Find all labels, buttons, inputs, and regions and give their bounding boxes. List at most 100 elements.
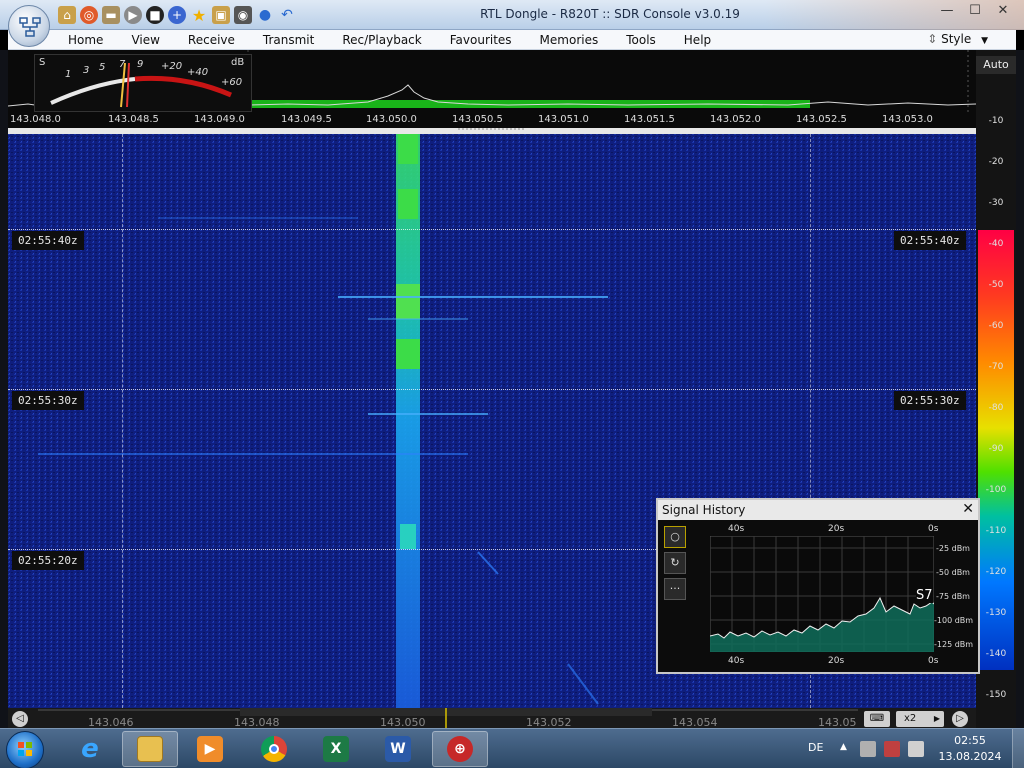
taskbar-chrome[interactable] <box>246 731 302 767</box>
scale-tick: -50 <box>988 280 1004 290</box>
record-button[interactable]: ○ <box>664 526 686 548</box>
freq-label: 143.049.5 <box>281 114 332 125</box>
menu-memories[interactable]: Memories <box>526 33 613 47</box>
internet-explorer-icon: e <box>81 734 99 764</box>
window-title: RTL Dongle - R820T :: SDR Console v3.0.1… <box>480 7 740 21</box>
undo-icon[interactable]: ↶ <box>278 6 296 24</box>
reset-button[interactable]: ↻ <box>664 552 686 574</box>
time-marker-right: 02:55:30z <box>894 391 966 410</box>
more-button[interactable]: ··· <box>664 578 686 600</box>
menu-home[interactable]: Home <box>54 33 117 47</box>
taskbar-excel[interactable]: X <box>308 731 364 767</box>
menu-view[interactable]: View <box>117 33 173 47</box>
level-scale[interactable]: Auto -10 -20 -30 -40 -50 -60 -70 -80 -90… <box>976 50 1016 728</box>
quick-access-toolbar: ⌂ ◎ ▬ ▶ ■ + ★ ▣ ◉ ● ↶ <box>58 6 296 25</box>
folder-icon[interactable]: ▬ <box>102 6 120 24</box>
menu-tools[interactable]: Tools <box>612 33 670 47</box>
sdr-console-window: ⌂ ◎ ▬ ▶ ■ + ★ ▣ ◉ ● ↶ RTL Dongle - R820T… <box>0 0 1024 768</box>
scroll-right-icon[interactable]: ▷ <box>952 711 968 727</box>
style-label: Style <box>941 32 972 46</box>
history-y-label: -100 dBm <box>934 616 974 625</box>
close-button[interactable]: ✕ <box>990 2 1016 20</box>
camera-icon[interactable]: ◉ <box>234 6 252 24</box>
s-scale-3: 3 <box>83 65 90 76</box>
history-y-label: -75 dBm <box>936 592 970 601</box>
scale-tick: -30 <box>988 198 1004 208</box>
taskbar-sdr-console[interactable]: ⊕ <box>432 731 488 767</box>
media-player-icon: ▶ <box>197 736 223 762</box>
window-controls: — ☐ ✕ <box>934 2 1016 20</box>
menu-transmit[interactable]: Transmit <box>249 33 328 47</box>
scale-tick: -10 <box>988 116 1004 126</box>
freq-label: 143.052.0 <box>710 114 761 125</box>
clock-date[interactable]: 13.08.2024 <box>938 750 1002 763</box>
clock-time[interactable]: 02:55 <box>950 734 990 747</box>
application-menu-button[interactable] <box>8 5 50 47</box>
frequency-scroller[interactable]: ◁ 143.046 143.048 143.050 143.052 143.05… <box>8 708 976 729</box>
menu-help[interactable]: Help <box>670 33 725 47</box>
history-y-label: -25 dBm <box>936 544 970 553</box>
db-scale-20: +20 <box>161 61 183 72</box>
zoom-button[interactable]: x2 ▶ <box>896 711 944 727</box>
history-x-label: 20s <box>828 524 845 534</box>
signal-history-window[interactable]: Signal History ✕ ○ ↻ ··· 40s 20s 0s 40s … <box>656 498 980 674</box>
word-icon: W <box>385 736 411 762</box>
menu-receive[interactable]: Receive <box>174 33 249 47</box>
scale-tick: -130 <box>985 608 1007 618</box>
lifebuoy-icon[interactable]: ◎ <box>80 6 98 24</box>
signal-history-header[interactable]: Signal History ✕ <box>658 500 978 520</box>
plus-icon[interactable]: + <box>168 6 186 24</box>
tray-expand-icon[interactable]: ▲ <box>840 742 847 752</box>
menu-favourites[interactable]: Favourites <box>436 33 526 47</box>
freq-label: 143.053.0 <box>882 114 933 125</box>
frequency-axis[interactable]: 143.048.0 143.048.5 143.049.0 143.049.5 … <box>8 112 976 128</box>
monitor-icon[interactable] <box>908 741 924 757</box>
language-indicator[interactable]: DE <box>808 741 823 754</box>
time-marker-right: 02:55:40z <box>894 231 966 250</box>
scale-tick: -20 <box>988 157 1004 167</box>
menu-rec-playback[interactable]: Rec/Playback <box>328 33 435 47</box>
s-reading: S7 <box>916 588 933 603</box>
s-scale-5: 5 <box>99 62 106 73</box>
chevron-right-icon: ▶ <box>933 714 940 723</box>
freq-label: 143.050.0 <box>366 114 417 125</box>
scale-tick: -70 <box>988 362 1004 372</box>
close-icon[interactable]: ✕ <box>962 501 974 517</box>
taskbar-media-player[interactable]: ▶ <box>182 731 238 767</box>
star-icon[interactable]: ★ <box>190 6 208 25</box>
s-scale-1: 1 <box>65 69 72 80</box>
start-button[interactable] <box>6 731 44 768</box>
network-error-icon[interactable] <box>884 741 900 757</box>
style-menu[interactable]: ⇕ Style ▼ <box>927 32 988 46</box>
freq-label: 143.051.0 <box>538 114 589 125</box>
network-icon <box>19 17 41 37</box>
s-meter: S dB 1 3 5 7 9 +20 +40 +60 <box>34 54 252 112</box>
freq-label: 143.052.5 <box>796 114 847 125</box>
keyboard-icon[interactable]: ⌨ <box>864 711 890 727</box>
minimize-button[interactable]: — <box>934 2 960 20</box>
scale-tick: -100 <box>985 485 1007 495</box>
history-y-label: -125 dBm <box>934 640 974 649</box>
taskbar-word[interactable]: W <box>370 731 426 767</box>
maximize-button[interactable]: ☐ <box>962 2 988 20</box>
time-marker-left: 02:55:20z <box>12 551 84 570</box>
style-icon: ⇕ <box>927 32 942 46</box>
drop-icon[interactable]: ● <box>256 6 274 24</box>
sdr-console-icon: ⊕ <box>447 736 473 762</box>
show-desktop-button[interactable] <box>1012 729 1024 768</box>
scale-tick: -40 <box>988 239 1004 249</box>
lock-icon[interactable]: ▣ <box>212 6 230 24</box>
home-icon[interactable]: ⌂ <box>58 6 76 24</box>
play-icon[interactable]: ▶ <box>124 6 142 24</box>
history-x-label: 0s <box>928 524 939 534</box>
auto-scale-button[interactable]: Auto <box>976 56 1016 74</box>
menu-bar: Home View Receive Transmit Rec/Playback … <box>8 30 1016 50</box>
stop-icon[interactable]: ■ <box>146 6 164 24</box>
db-scale-60: +60 <box>221 77 243 88</box>
signal-history-plot <box>710 536 934 652</box>
taskbar: e ▶ X W ⊕ DE ▲ 02:55 13.08.2024 <box>0 728 1024 768</box>
taskbar-internet-explorer[interactable]: e <box>62 731 118 767</box>
history-x-label: 40s <box>728 656 745 666</box>
taskbar-file-manager[interactable] <box>122 731 178 767</box>
device-icon[interactable] <box>860 741 876 757</box>
